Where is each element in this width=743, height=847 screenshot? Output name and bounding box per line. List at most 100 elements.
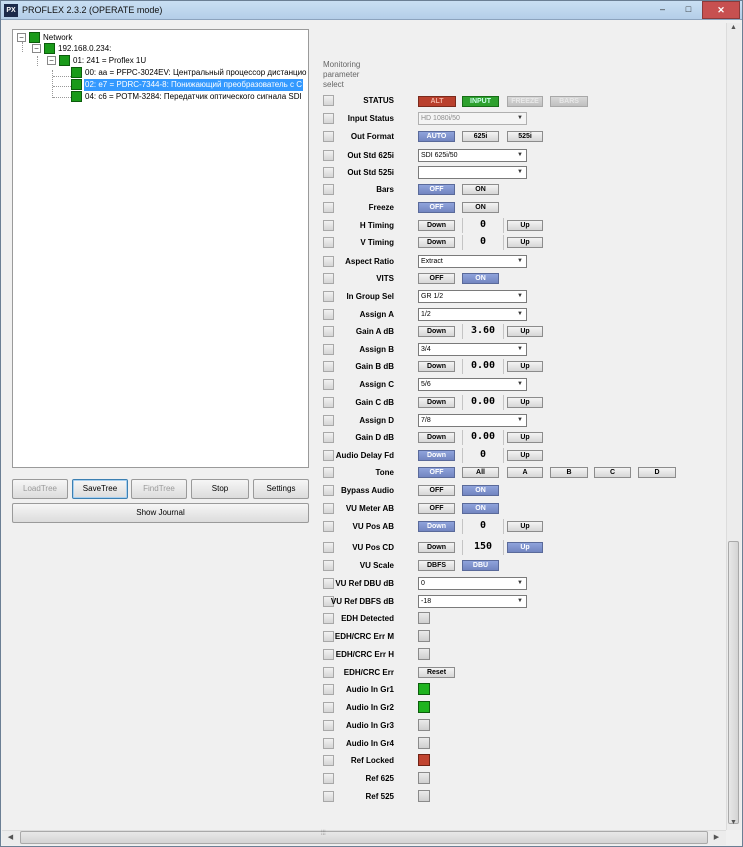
monitor-select-button[interactable] (323, 291, 334, 302)
tree-node-card-selected[interactable]: 02: e7 = PDRC-7344-8: Понижающий преобра… (71, 79, 308, 91)
v-timing-down-button[interactable]: Down (418, 237, 455, 248)
tone-all-button[interactable]: All (462, 467, 499, 478)
monitor-select-button[interactable] (323, 95, 334, 106)
gain-b-up-button[interactable]: Up (507, 361, 543, 372)
monitor-select-button[interactable] (323, 432, 334, 443)
monitor-select-button[interactable] (323, 773, 334, 784)
tone-off-button[interactable]: OFF (418, 467, 455, 478)
gain-d-up-button[interactable]: Up (507, 432, 543, 443)
vu-pos-cd-up-button[interactable]: Up (507, 542, 543, 553)
monitor-select-button[interactable] (323, 791, 334, 802)
monitor-select-button[interactable] (323, 150, 334, 161)
vu-meter-ab-off-button[interactable]: OFF (418, 503, 455, 514)
vu-meter-ab-on-button[interactable]: ON (462, 503, 499, 514)
tone-d-button[interactable]: D (638, 467, 676, 478)
assign-b-dropdown[interactable]: 3/4 ▼ (418, 343, 527, 356)
gain-a-down-button[interactable]: Down (418, 326, 455, 337)
monitor-select-button[interactable] (323, 755, 334, 766)
vu-pos-ab-down-button[interactable]: Down (418, 521, 455, 532)
edh-crc-reset-button[interactable]: Reset (418, 667, 455, 678)
scroll-up-icon[interactable]: ▲ (728, 24, 739, 31)
vu-pos-cd-down-button[interactable]: Down (418, 542, 455, 553)
monitor-select-button[interactable] (323, 467, 334, 478)
bars-off-button[interactable]: OFF (418, 184, 455, 195)
gain-d-down-button[interactable]: Down (418, 432, 455, 443)
monitor-select-button[interactable] (323, 521, 334, 532)
monitor-select-button[interactable] (323, 578, 334, 589)
monitor-select-button[interactable] (323, 167, 334, 178)
gain-c-up-button[interactable]: Up (507, 397, 543, 408)
v-timing-up-button[interactable]: Up (507, 237, 543, 248)
monitor-select-button[interactable] (323, 613, 334, 624)
monitor-select-button[interactable] (323, 220, 334, 231)
h-timing-down-button[interactable]: Down (418, 220, 455, 231)
scroll-right-icon[interactable]: ▶ (711, 833, 722, 841)
gain-c-down-button[interactable]: Down (418, 397, 455, 408)
bypass-audio-off-button[interactable]: OFF (418, 485, 455, 496)
out-std-625i-dropdown[interactable]: SDI 625i/50 ▼ (418, 149, 527, 162)
monitor-select-button[interactable] (323, 184, 334, 195)
vu-pos-ab-up-button[interactable]: Up (507, 521, 543, 532)
aspect-ratio-dropdown[interactable]: Extract ▼ (418, 255, 527, 268)
vits-on-button[interactable]: ON (462, 273, 499, 284)
tone-c-button[interactable]: C (594, 467, 631, 478)
monitor-select-button[interactable] (323, 631, 334, 642)
monitor-select-button[interactable] (323, 326, 334, 337)
monitor-select-button[interactable] (323, 344, 334, 355)
tree-node-card[interactable]: 00: aa = PFPC-3024EV: Центральный процес… (71, 67, 308, 79)
vu-scale-dbu-button[interactable]: DBU (462, 560, 499, 571)
close-button[interactable]: ✕ (702, 1, 740, 19)
out-std-525i-dropdown[interactable]: ▼ (418, 166, 527, 179)
vu-ref-dbfs-dropdown[interactable]: -18 ▼ (418, 595, 527, 608)
monitor-select-button[interactable] (323, 542, 334, 553)
collapse-toggle-icon[interactable]: − (47, 56, 56, 65)
vertical-scroll-thumb[interactable] (728, 541, 739, 824)
monitor-select-button[interactable] (323, 361, 334, 372)
monitor-select-button[interactable] (323, 649, 334, 660)
maximize-button[interactable]: □ (676, 1, 701, 19)
monitor-select-button[interactable] (323, 560, 334, 571)
monitor-select-button[interactable] (323, 256, 334, 267)
monitor-select-button[interactable] (323, 237, 334, 248)
gain-a-up-button[interactable]: Up (507, 326, 543, 337)
assign-d-dropdown[interactable]: 7/8 ▼ (418, 414, 527, 427)
out-format-auto-button[interactable]: AUTO (418, 131, 455, 142)
bypass-audio-on-button[interactable]: ON (462, 485, 499, 496)
audio-delay-down-button[interactable]: Down (418, 450, 455, 461)
minimize-button[interactable]: – (650, 1, 675, 19)
collapse-toggle-icon[interactable]: − (17, 33, 26, 42)
monitor-select-button[interactable] (323, 738, 334, 749)
monitor-select-button[interactable] (323, 485, 334, 496)
monitor-select-button[interactable] (323, 273, 334, 284)
monitor-select-button[interactable] (323, 309, 334, 320)
monitor-select-button[interactable] (323, 397, 334, 408)
monitor-select-button[interactable] (323, 702, 334, 713)
out-format-625i-button[interactable]: 625i (462, 131, 499, 142)
monitor-select-button[interactable] (323, 415, 334, 426)
gain-b-down-button[interactable]: Down (418, 361, 455, 372)
assign-a-dropdown[interactable]: 1/2 ▼ (418, 308, 527, 321)
h-timing-up-button[interactable]: Up (507, 220, 543, 231)
monitor-select-button[interactable] (323, 720, 334, 731)
tone-b-button[interactable]: B (550, 467, 588, 478)
monitor-select-button[interactable] (323, 131, 334, 142)
freeze-on-button[interactable]: ON (462, 202, 499, 213)
vu-ref-dbu-dropdown[interactable]: 0 ▼ (418, 577, 527, 590)
monitor-select-button[interactable] (323, 202, 334, 213)
audio-delay-up-button[interactable]: Up (507, 450, 543, 461)
assign-c-dropdown[interactable]: 5/6 ▼ (418, 378, 527, 391)
collapse-toggle-icon[interactable]: − (32, 44, 41, 53)
out-format-525i-button[interactable]: 525i (507, 131, 543, 142)
bars-on-button[interactable]: ON (462, 184, 499, 195)
vits-off-button[interactable]: OFF (418, 273, 455, 284)
horizontal-scroll-thumb[interactable] (20, 831, 708, 844)
monitor-select-button[interactable] (323, 113, 334, 124)
monitor-select-button[interactable] (323, 684, 334, 695)
in-group-sel-dropdown[interactable]: GR 1/2 ▼ (418, 290, 527, 303)
scroll-down-icon[interactable]: ▼ (728, 819, 739, 826)
monitor-select-button[interactable] (323, 450, 334, 461)
vu-scale-dbfs-button[interactable]: DBFS (418, 560, 455, 571)
monitor-select-button[interactable] (323, 667, 334, 678)
monitor-select-button[interactable] (323, 379, 334, 390)
scroll-left-icon[interactable]: ◀ (5, 833, 16, 841)
